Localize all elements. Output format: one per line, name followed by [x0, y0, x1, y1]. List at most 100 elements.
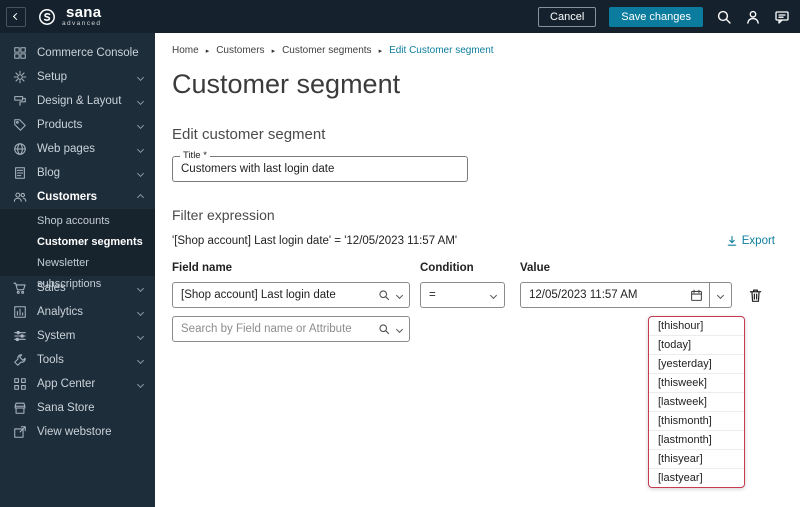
sidebar-item-commerce-console[interactable]: Commerce Console [0, 41, 155, 65]
sidebar-item-label: Design & Layout [37, 95, 122, 107]
dropdown-option[interactable]: [yesterday] [649, 355, 744, 374]
sidebar-item-tools[interactable]: Tools [0, 348, 155, 372]
export-label: Export [741, 235, 775, 247]
user-icon[interactable] [745, 9, 761, 25]
sidebar-subitem-newsletter-subscriptions[interactable]: Newsletter subscriptions [0, 253, 155, 290]
chat-icon[interactable] [774, 9, 790, 25]
search-icon [379, 324, 390, 335]
chevron-down-icon [716, 291, 725, 299]
sidebar-item-web-pages[interactable]: Web pages [0, 137, 155, 161]
people-icon [12, 189, 28, 205]
sidebar-item-label: Setup [37, 71, 68, 83]
sana-logo-icon [38, 8, 56, 26]
search-icon [379, 290, 390, 301]
dropdown-option[interactable]: [thisyear] [649, 450, 744, 469]
sidebar-subitem-customer-segments[interactable]: Customer segments [0, 232, 155, 253]
chevron-down-icon [136, 284, 145, 292]
sidebar-item-label: Sales [37, 282, 66, 294]
chevron-down-icon [136, 356, 145, 364]
external-icon [12, 424, 28, 440]
date-token-dropdown: [thishour] [today] [yesterday] [thisweek] [l… [648, 316, 745, 488]
chevron-down-icon [136, 380, 145, 388]
save-changes-button[interactable]: Save changes [609, 6, 703, 27]
field-search-combobox[interactable] [172, 316, 410, 342]
chevron-down-icon [136, 308, 145, 316]
dropdown-option[interactable]: [thismonth] [649, 412, 744, 431]
logo-subtitle: advanced [62, 20, 102, 28]
chart-icon [12, 304, 28, 320]
dropdown-option[interactable]: [today] [649, 336, 744, 355]
sidebar-item-setup[interactable]: Setup [0, 65, 155, 89]
condition-value: = [429, 289, 436, 301]
sidebar-item-label: Blog [37, 167, 61, 179]
download-icon [727, 235, 737, 246]
sidebar-item-analytics[interactable]: Analytics [0, 300, 155, 324]
value-field-group [520, 282, 732, 308]
dropdown-option[interactable]: [lastweek] [649, 393, 744, 412]
breadcrumb-link-edit-customer-segment[interactable]: Edit Customer segment [389, 45, 494, 56]
sidebar-item-blog[interactable]: Blog [0, 161, 155, 185]
field-search-input[interactable] [181, 323, 363, 335]
sidebar-item-system[interactable]: System [0, 324, 155, 348]
expression-text: '[Shop account] Last login date' = '12/0… [172, 235, 458, 247]
filter-row: = [172, 282, 775, 308]
chevron-down-icon [136, 169, 145, 177]
chevron-down-icon [489, 291, 498, 299]
chevron-down-icon [136, 121, 145, 129]
blog-icon [12, 165, 28, 181]
column-header-value: Value [520, 262, 551, 274]
field-name-input[interactable] [181, 289, 363, 301]
sidebar-item-customers[interactable]: Customers [0, 185, 155, 209]
design-icon [12, 93, 28, 109]
delete-row-button[interactable] [748, 288, 763, 303]
sidebar-item-label: View webstore [37, 426, 112, 438]
sidebar-item-app-center[interactable]: App Center [0, 372, 155, 396]
chevron-down-icon [136, 73, 145, 81]
sidebar-item-view-webstore[interactable]: View webstore [0, 420, 155, 444]
search-icon[interactable] [716, 9, 732, 25]
chevron-left-icon [12, 12, 20, 21]
field-name-combobox[interactable] [172, 282, 410, 308]
back-button[interactable] [6, 6, 26, 27]
sidebar-item-sana-store[interactable]: Sana Store [0, 396, 155, 420]
sana-logo: sana advanced [38, 5, 101, 28]
sidebar-item-label: Analytics [37, 306, 84, 318]
sana-logo-text: sana advanced [62, 5, 101, 28]
value-field[interactable] [520, 282, 710, 308]
chevron-up-icon [136, 193, 145, 201]
field-search-adornments [378, 323, 404, 335]
sidebar-subitem-shop-accounts[interactable]: Shop accounts [0, 211, 155, 232]
title-input[interactable] [172, 156, 468, 182]
trash-icon [749, 289, 762, 302]
sidebar-item-label: App Center [37, 378, 96, 390]
store-icon [12, 400, 28, 416]
tag-icon [12, 117, 28, 133]
chevron-down-icon[interactable] [395, 291, 404, 299]
sidebar-item-products[interactable]: Products [0, 113, 155, 137]
value-input[interactable] [529, 289, 683, 301]
breadcrumb-link-home[interactable]: Home [172, 45, 199, 56]
topbar: sana advanced Cancel Save changes [0, 0, 800, 33]
page-title: Customer segment [172, 69, 401, 99]
breadcrumb-link-customer-segments[interactable]: Customer segments [282, 45, 371, 56]
calendar-icon[interactable] [690, 289, 703, 302]
export-link[interactable]: Export [726, 235, 775, 247]
sidebar-item-label: System [37, 330, 76, 342]
sidebar-item-design-layout[interactable]: Design & Layout [0, 89, 155, 113]
chevron-down-icon [136, 145, 145, 153]
cart-icon [12, 280, 28, 296]
filter-table: Field name Condition Value = [172, 262, 775, 488]
value-dropdown-toggle[interactable] [710, 282, 732, 308]
condition-select[interactable]: = [420, 282, 505, 308]
cancel-button[interactable]: Cancel [538, 6, 597, 27]
dropdown-option[interactable]: [thishour] [649, 317, 744, 336]
dropdown-option[interactable]: [lastyear] [649, 469, 744, 487]
dropdown-option[interactable]: [lastmonth] [649, 431, 744, 450]
apps-icon [12, 376, 28, 392]
breadcrumb-separator-icon: ▸ [205, 47, 210, 55]
chevron-down-icon[interactable] [395, 325, 404, 333]
sidebar-submenu: Shop accounts Customer segments Newsletter… [0, 209, 155, 290]
filter-table-headers: Field name Condition Value [172, 262, 775, 274]
dropdown-option[interactable]: [thisweek] [649, 374, 744, 393]
breadcrumb-link-customers[interactable]: Customers [216, 45, 264, 56]
